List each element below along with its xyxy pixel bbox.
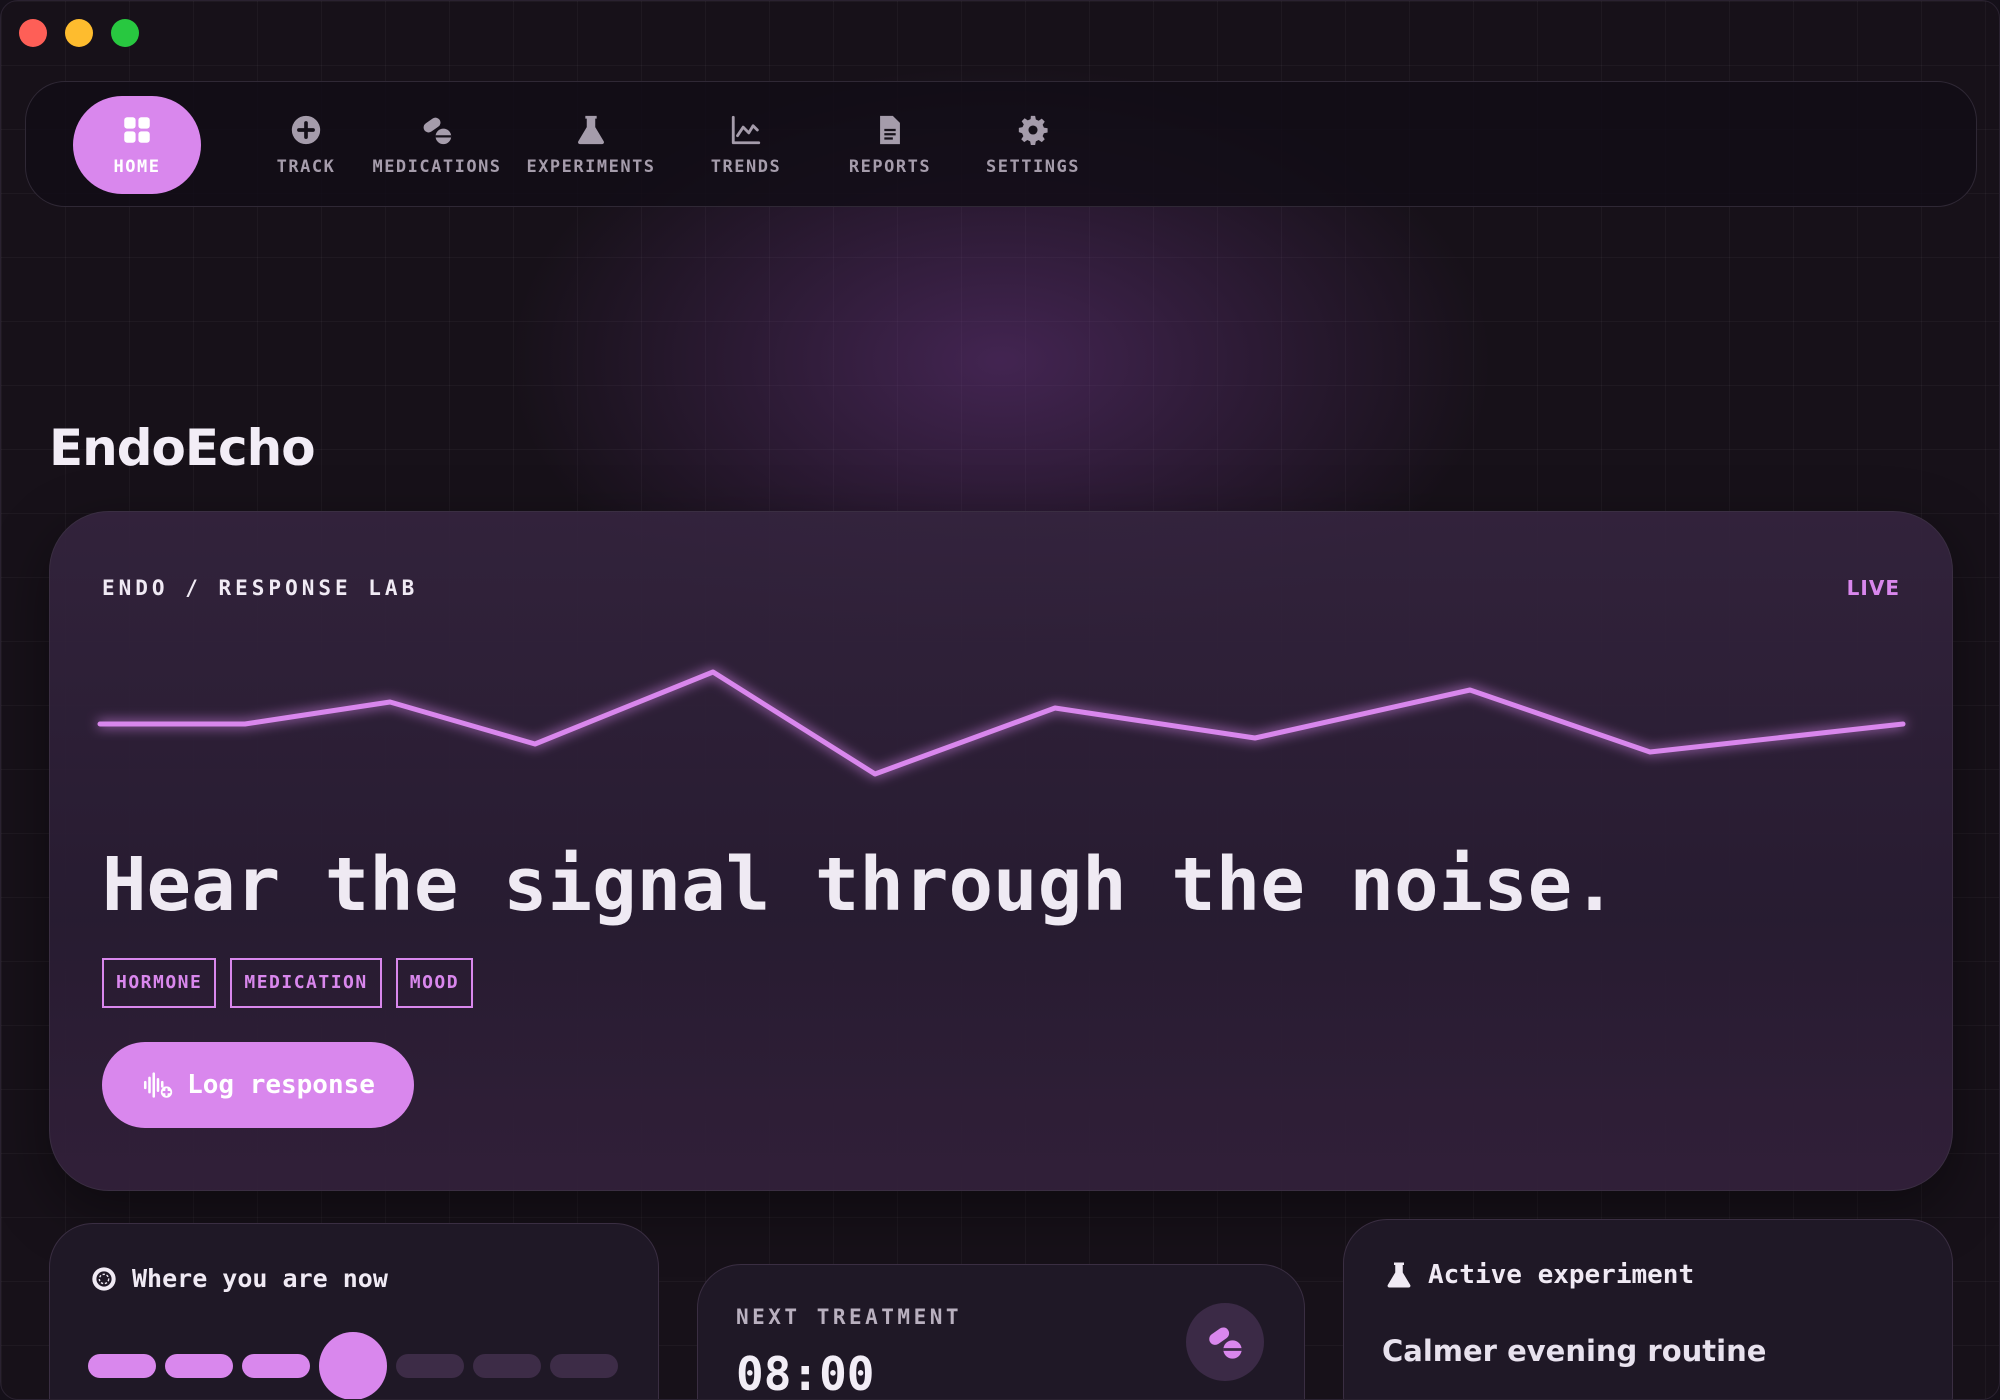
nav-item-medications[interactable]: MEDICATIONS: [362, 96, 512, 194]
flask-icon: [1387, 1262, 1411, 1288]
next-treatment-time: 08:00: [736, 1347, 875, 1400]
next-treatment-label: NEXT TREATMENT: [736, 1305, 963, 1329]
nav-label: SETTINGS: [986, 157, 1080, 177]
progress-step: [550, 1354, 618, 1378]
progress-step: [473, 1354, 541, 1378]
hero-headline: Hear the signal through the noise.: [102, 842, 1617, 928]
top-navigation: HOME TRACK MEDICATIONS EXPERIMENTS TREND…: [25, 81, 1977, 207]
nav-label: HOME: [113, 157, 161, 177]
nav-label: REPORTS: [848, 157, 932, 177]
card-title: Active experiment: [1384, 1260, 1694, 1290]
progress-step: [88, 1354, 156, 1378]
tag-mood[interactable]: MOOD: [395, 958, 474, 1008]
progress-step: [165, 1354, 233, 1378]
where-you-are-card: Where you are now: [49, 1223, 659, 1399]
progress-current-marker[interactable]: [319, 1332, 387, 1399]
panel-label: ENDO / RESPONSE LAB: [102, 576, 419, 600]
nav-label: EXPERIMENTS: [526, 157, 656, 177]
next-treatment-card: NEXT TREATMENT 08:00: [697, 1264, 1305, 1400]
nav-label: MEDICATIONS: [372, 157, 502, 177]
log-response-button[interactable]: Log response: [102, 1042, 414, 1128]
document-icon: [880, 115, 900, 145]
grid-icon: [124, 117, 150, 143]
minimize-window-button[interactable]: [65, 19, 93, 47]
nav-item-track[interactable]: TRACK: [246, 96, 366, 194]
nav-item-home[interactable]: HOME: [73, 96, 201, 194]
nav-item-trends[interactable]: TRENDS: [686, 96, 806, 194]
log-response-label: Log response: [187, 1070, 375, 1100]
line-chart-icon: [731, 115, 761, 145]
where-you-are-title: Where you are now: [132, 1264, 388, 1293]
card-title: Where you are now: [90, 1264, 388, 1293]
target-icon: [92, 1266, 116, 1291]
category-tags: HORMONE MEDICATION MOOD: [102, 958, 474, 1008]
flask-icon: [578, 115, 604, 145]
nav-item-reports[interactable]: REPORTS: [830, 96, 950, 194]
active-experiment-card: Active experiment Calmer evening routine: [1343, 1219, 1953, 1399]
app-window: HOME TRACK MEDICATIONS EXPERIMENTS TREND…: [0, 0, 2000, 1400]
app-brand-title: EndoEcho: [49, 419, 316, 477]
tag-medication[interactable]: MEDICATION: [230, 958, 382, 1008]
maximize-window-button[interactable]: [111, 19, 139, 47]
gear-icon: [1018, 115, 1048, 146]
experiment-name[interactable]: Calmer evening routine: [1382, 1334, 1766, 1368]
progress-step: [242, 1354, 310, 1378]
treatment-icon-button[interactable]: [1186, 1303, 1264, 1381]
nav-label: TRENDS: [710, 157, 782, 177]
close-window-button[interactable]: [19, 19, 47, 47]
cycle-progress-track[interactable]: [88, 1332, 628, 1399]
tag-hormone[interactable]: HORMONE: [102, 958, 217, 1008]
nav-item-experiments[interactable]: EXPERIMENTS: [516, 96, 666, 194]
progress-step: [396, 1354, 464, 1378]
audio-wave-plus-icon: [144, 1072, 173, 1098]
pills-icon: [1209, 1327, 1242, 1359]
nav-label: TRACK: [276, 157, 336, 177]
plus-circle-icon: [291, 115, 321, 145]
window-controls: [19, 19, 139, 47]
active-experiment-title: Active experiment: [1428, 1260, 1695, 1290]
pills-icon: [423, 117, 452, 145]
live-status-badge: LIVE: [1846, 576, 1900, 600]
nav-item-settings[interactable]: SETTINGS: [968, 96, 1098, 194]
response-lab-panel: ENDO / RESPONSE LAB LIVE Hear the signal…: [49, 511, 1953, 1191]
